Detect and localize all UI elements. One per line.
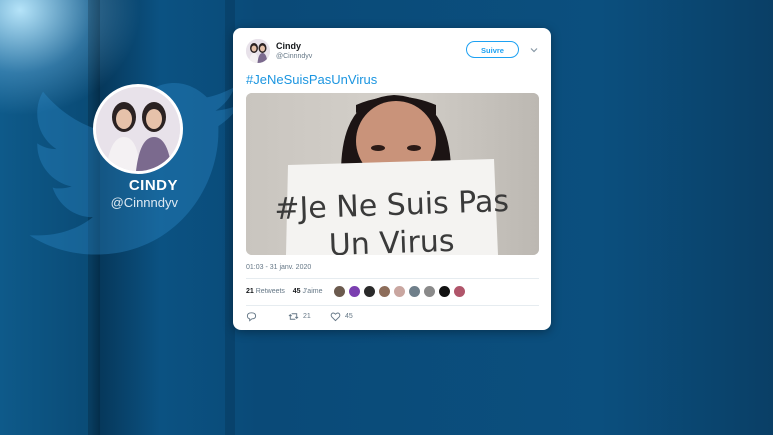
follow-button[interactable]: Suivre: [466, 41, 519, 58]
divider: [246, 278, 539, 279]
retweet-icon: [288, 313, 299, 320]
retweet-action-count: 21: [303, 313, 311, 320]
tweet-timestamp[interactable]: 01:03 - 31 janv. 2020: [246, 264, 311, 271]
divider: [246, 305, 539, 306]
retweets-label[interactable]: Retweets: [256, 288, 285, 295]
liker-avatar[interactable]: [438, 285, 451, 298]
tweet-stats: 21 Retweets 45 J'aime: [246, 288, 322, 295]
author-handle[interactable]: @Cinnndyv: [276, 53, 312, 60]
photo-image: #Je Ne Suis Pas Un Virus: [246, 93, 539, 255]
tweet-card: Cindy @Cinnndyv Suivre #JeNeSuisPasUnVir…: [233, 28, 551, 330]
liker-avatar[interactable]: [453, 285, 466, 298]
like-action-count: 45: [345, 313, 353, 320]
liker-avatar[interactable]: [423, 285, 436, 298]
likes-label[interactable]: J'aime: [302, 288, 322, 295]
retweets-count[interactable]: 21: [246, 288, 254, 295]
profile-avatar: [93, 84, 183, 174]
heart-icon: [330, 312, 341, 322]
profile-handle: @Cinnndyv: [110, 195, 178, 210]
author-avatar[interactable]: [246, 39, 270, 63]
chevron-down-icon[interactable]: [529, 45, 539, 55]
avatar-photo: [96, 87, 180, 171]
tweet-hashtag[interactable]: #JeNeSuisPasUnVirus: [246, 72, 377, 87]
author-avatar-photo: [246, 39, 270, 63]
liker-avatar[interactable]: [378, 285, 391, 298]
author-name[interactable]: Cindy: [276, 41, 301, 51]
tweet-photo[interactable]: #Je Ne Suis Pas Un Virus: [246, 93, 539, 255]
liker-avatar[interactable]: [393, 285, 406, 298]
liker-avatar[interactable]: [348, 285, 361, 298]
profile-name: CINDY: [128, 177, 178, 194]
liker-avatar[interactable]: [363, 285, 376, 298]
liker-avatar[interactable]: [333, 285, 346, 298]
reply-icon: [246, 312, 257, 322]
sign-line-2: Un Virus: [328, 224, 455, 255]
liker-avatar[interactable]: [408, 285, 421, 298]
likes-count[interactable]: 45: [293, 288, 301, 295]
